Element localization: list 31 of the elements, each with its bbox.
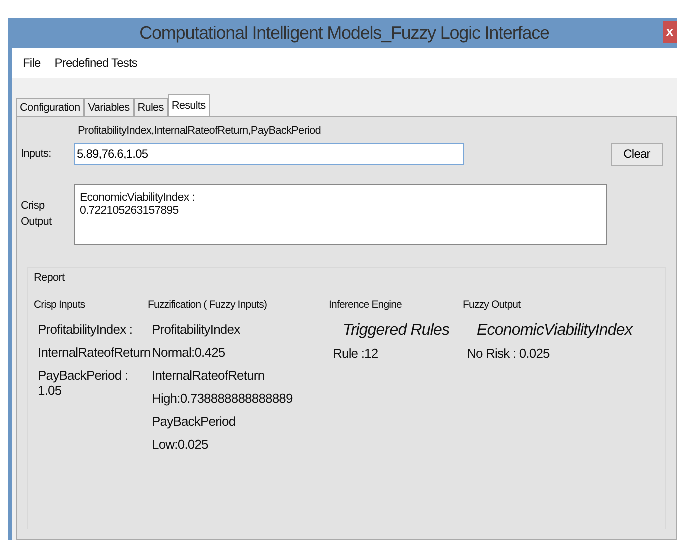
- report-value: No Risk : 0.025: [467, 346, 551, 361]
- section-title: EconomicViabilityIndex: [477, 322, 634, 338]
- column-heading: Crisp Inputs: [34, 298, 86, 313]
- report-value: InternalRateofReturn: [38, 344, 148, 360]
- column-heading: Inference Engine: [329, 298, 403, 313]
- tab[interactable]: Configuration: [16, 98, 84, 116]
- inputs-label: Inputs:: [20, 146, 52, 162]
- tab[interactable]: Rules: [134, 98, 168, 116]
- menu-item[interactable]: File: [23, 54, 41, 72]
- report-value: High:0.738888888888889: [152, 390, 294, 406]
- crisp-output-field[interactable]: EconomicViabilityIndex : 0.722105263157895: [74, 184, 607, 244]
- report-value: PayBackPeriod: [152, 414, 237, 429]
- clear-button[interactable]: Clear: [611, 142, 663, 166]
- inputs-hint: ProfitabilityIndex,InternalRateofReturn,PayBackPeriod: [78, 125, 321, 137]
- close-button[interactable]: x: [663, 21, 677, 43]
- column-heading: Fuzzy Output: [463, 298, 522, 313]
- window-title: Computational Intelligent Models_Fuzzy Logic Interface: [140, 22, 550, 45]
- report-value: ProfitabilityIndex :: [38, 322, 134, 337]
- section-title: Triggered Rules: [343, 322, 451, 338]
- inputs-field[interactable]: 5.89,76.6,1.05: [74, 143, 464, 165]
- report-value: ProfitabilityIndex: [152, 322, 242, 337]
- tab[interactable]: Variables: [84, 98, 134, 116]
- column-heading: Fuzzification ( Fuzzy Inputs): [148, 298, 268, 313]
- report-value: Normal:0.425: [152, 344, 226, 360]
- crisp-output-label: Crisp Output: [20, 198, 53, 230]
- menu-item[interactable]: Predefined Tests: [54, 54, 138, 72]
- report-value: InternalRateofReturn: [152, 368, 266, 383]
- report-value: PayBackPeriod : 1.05: [38, 368, 130, 398]
- report-value: Low:0.025: [152, 436, 210, 452]
- report-value: Rule :12: [333, 346, 380, 361]
- tab[interactable]: Results: [168, 94, 210, 116]
